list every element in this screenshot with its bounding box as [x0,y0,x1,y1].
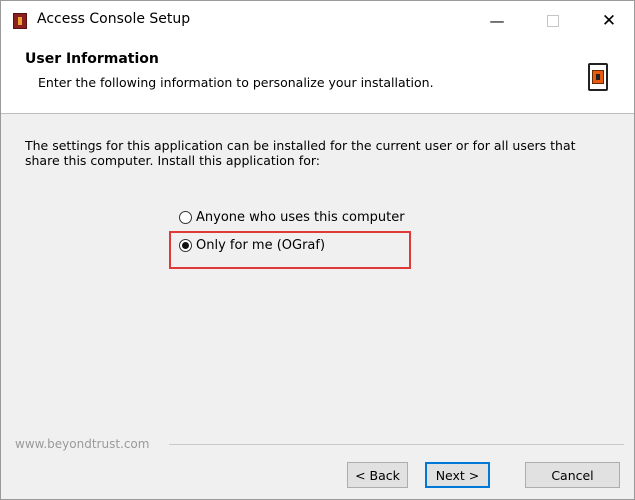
page-title: User Information [25,51,159,67]
brand-link: www.beyondtrust.com [15,437,150,451]
installer-icon [588,63,608,91]
minimize-button[interactable]: — [475,5,519,37]
install-scope-description: The settings for this application can be… [25,138,576,168]
window-title: Access Console Setup [37,11,191,27]
page-header: User Information Enter the following inf… [1,41,634,114]
title-bar: Access Console Setup — ✕ [1,1,634,41]
app-icon [13,13,27,29]
maximize-button[interactable] [531,5,575,37]
footer-divider [169,444,624,445]
close-button[interactable]: ✕ [587,5,631,37]
setup-window: Access Console Setup — ✕ User Informatio… [0,0,635,500]
back-button[interactable]: < Back [347,462,408,488]
page-subtitle: Enter the following information to perso… [38,75,434,90]
option-anyone[interactable]: Anyone who uses this computer [179,210,405,225]
selection-highlight-box [169,231,411,269]
option-anyone-label: Anyone who uses this computer [196,210,405,225]
maximize-icon [547,15,559,27]
next-button[interactable]: Next > [425,462,490,488]
cancel-button[interactable]: Cancel [525,462,620,488]
radio-anyone[interactable] [179,211,192,224]
